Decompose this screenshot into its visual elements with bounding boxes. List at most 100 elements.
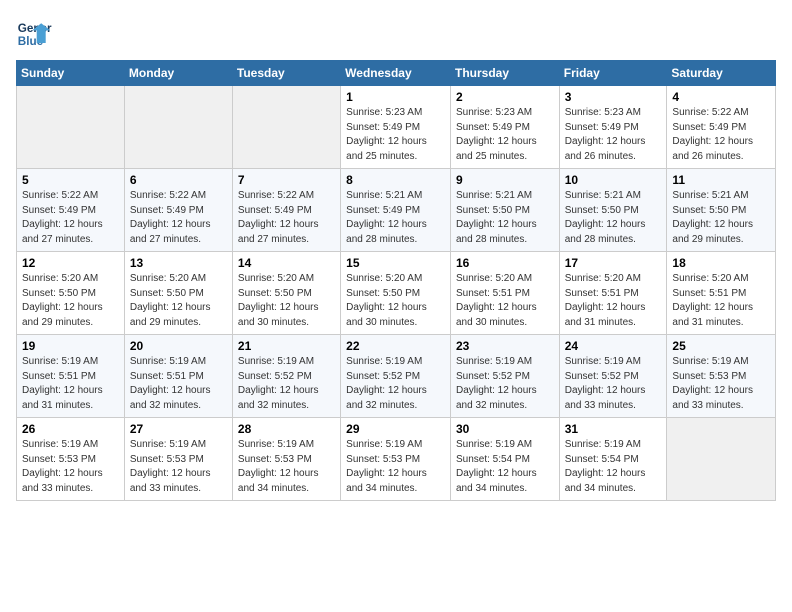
day-header-friday: Friday (559, 61, 667, 86)
day-info: Sunrise: 5:20 AM Sunset: 5:50 PM Dayligh… (238, 272, 335, 330)
day-number: 30 (456, 422, 554, 436)
day-info: Sunrise: 5:21 AM Sunset: 5:50 PM Dayligh… (565, 189, 662, 247)
calendar-cell: 13Sunrise: 5:20 AM Sunset: 5:50 PM Dayli… (124, 252, 232, 335)
day-number: 13 (130, 256, 227, 270)
day-info: Sunrise: 5:19 AM Sunset: 5:51 PM Dayligh… (130, 355, 227, 413)
day-info: Sunrise: 5:20 AM Sunset: 5:51 PM Dayligh… (456, 272, 554, 330)
day-number: 6 (130, 173, 227, 187)
day-info: Sunrise: 5:19 AM Sunset: 5:52 PM Dayligh… (456, 355, 554, 413)
calendar-cell: 8 Sunrise: 5:21 AM Sunset: 5:49 PM Daylig… (341, 169, 451, 252)
day-number: 28 (238, 422, 335, 436)
day-info: Sunrise: 5:19 AM Sunset: 5:52 PM Dayligh… (346, 355, 445, 413)
day-info: Sunrise: 5:22 AM Sunset: 5:49 PM Dayligh… (238, 189, 335, 247)
calendar-cell: 26Sunrise: 5:19 AM Sunset: 5:53 PM Dayli… (17, 418, 125, 501)
calendar-cell: 18 Sunrise: 5:20 AM Sunset: 5:51 PM Dayli… (667, 252, 776, 335)
day-info: Sunrise: 5:19 AM Sunset: 5:53 PM Dayligh… (672, 355, 770, 413)
day-number: 4 (672, 90, 770, 104)
calendar-cell: 31 Sunrise: 5:19 AM Sunset: 5:54 PM Dayli… (559, 418, 667, 501)
calendar-cell: 17Sunrise: 5:20 AM Sunset: 5:51 PM Dayli… (559, 252, 667, 335)
days-header-row: SundayMondayTuesdayWednesdayThursdayFrid… (17, 61, 776, 86)
day-number: 8 (346, 173, 445, 187)
day-number: 21 (238, 339, 335, 353)
day-info: Sunrise: 5:20 AM Sunset: 5:51 PM Dayligh… (672, 272, 770, 330)
calendar-cell: 1Sunrise: 5:23 AM Sunset: 5:49 PM Daylig… (341, 86, 451, 169)
day-header-sunday: Sunday (17, 61, 125, 86)
logo: General Blue (16, 16, 56, 52)
day-number: 20 (130, 339, 227, 353)
calendar-cell: 3 Sunrise: 5:23 AM Sunset: 5:49 PM Daylig… (559, 86, 667, 169)
day-number: 23 (456, 339, 554, 353)
calendar-cell (667, 418, 776, 501)
day-number: 18 (672, 256, 770, 270)
day-info: Sunrise: 5:19 AM Sunset: 5:54 PM Dayligh… (456, 438, 554, 496)
calendar-cell: 15Sunrise: 5:20 AM Sunset: 5:50 PM Dayli… (341, 252, 451, 335)
day-info: Sunrise: 5:23 AM Sunset: 5:49 PM Dayligh… (346, 106, 445, 164)
day-number: 31 (565, 422, 662, 436)
day-info: Sunrise: 5:19 AM Sunset: 5:54 PM Dayligh… (565, 438, 662, 496)
calendar-cell (232, 86, 340, 169)
calendar-cell: 4 Sunrise: 5:22 AM Sunset: 5:49 PM Daylig… (667, 86, 776, 169)
day-number: 3 (565, 90, 662, 104)
day-number: 27 (130, 422, 227, 436)
calendar-cell: 20 Sunrise: 5:19 AM Sunset: 5:51 PM Dayli… (124, 335, 232, 418)
day-header-tuesday: Tuesday (232, 61, 340, 86)
calendar-cell: 25 Sunrise: 5:19 AM Sunset: 5:53 PM Dayli… (667, 335, 776, 418)
day-number: 7 (238, 173, 335, 187)
calendar-cell (17, 86, 125, 169)
day-info: Sunrise: 5:19 AM Sunset: 5:52 PM Dayligh… (238, 355, 335, 413)
day-number: 11 (672, 173, 770, 187)
calendar-cell: 24 Sunrise: 5:19 AM Sunset: 5:52 PM Dayli… (559, 335, 667, 418)
week-row-5: 26 Sunrise: 5:19 AM Sunset: 5:53 PM Dayli… (17, 418, 776, 501)
day-info: Sunrise: 5:22 AM Sunset: 5:49 PM Dayligh… (130, 189, 227, 247)
day-number: 25 (672, 339, 770, 353)
day-info: Sunrise: 5:20 AM Sunset: 5:50 PM Dayligh… (22, 272, 119, 330)
calendar-cell: 7 Sunrise: 5:22 AM Sunset: 5:49 PM Daylig… (232, 169, 340, 252)
calendar-cell (124, 86, 232, 169)
calendar-cell: 12 Sunrise: 5:20 AM Sunset: 5:50 PM Dayli… (17, 252, 125, 335)
day-info: Sunrise: 5:19 AM Sunset: 5:53 PM Dayligh… (346, 438, 445, 496)
day-number: 26 (22, 422, 119, 436)
day-number: 19 (22, 339, 119, 353)
calendar-cell: 5 Sunrise: 5:22 AM Sunset: 5:49 PM Daylig… (17, 169, 125, 252)
day-number: 22 (346, 339, 445, 353)
calendar-cell: 2Sunrise: 5:23 AM Sunset: 5:49 PM Daylig… (450, 86, 559, 169)
day-info: Sunrise: 5:21 AM Sunset: 5:50 PM Dayligh… (456, 189, 554, 247)
week-row-3: 12 Sunrise: 5:20 AM Sunset: 5:50 PM Dayli… (17, 252, 776, 335)
day-info: Sunrise: 5:19 AM Sunset: 5:53 PM Dayligh… (238, 438, 335, 496)
day-header-thursday: Thursday (450, 61, 559, 86)
calendar-cell: 10Sunrise: 5:21 AM Sunset: 5:50 PM Dayli… (559, 169, 667, 252)
day-number: 14 (238, 256, 335, 270)
day-header-saturday: Saturday (667, 61, 776, 86)
day-info: Sunrise: 5:22 AM Sunset: 5:49 PM Dayligh… (22, 189, 119, 247)
day-number: 24 (565, 339, 662, 353)
day-info: Sunrise: 5:19 AM Sunset: 5:52 PM Dayligh… (565, 355, 662, 413)
week-row-1: 1Sunrise: 5:23 AM Sunset: 5:49 PM Daylig… (17, 86, 776, 169)
day-header-wednesday: Wednesday (341, 61, 451, 86)
calendar-cell: 14 Sunrise: 5:20 AM Sunset: 5:50 PM Dayli… (232, 252, 340, 335)
week-row-2: 5 Sunrise: 5:22 AM Sunset: 5:49 PM Daylig… (17, 169, 776, 252)
calendar-cell: 9 Sunrise: 5:21 AM Sunset: 5:50 PM Daylig… (450, 169, 559, 252)
calendar-cell: 16 Sunrise: 5:20 AM Sunset: 5:51 PM Dayli… (450, 252, 559, 335)
day-info: Sunrise: 5:21 AM Sunset: 5:49 PM Dayligh… (346, 189, 445, 247)
day-info: Sunrise: 5:23 AM Sunset: 5:49 PM Dayligh… (565, 106, 662, 164)
day-info: Sunrise: 5:19 AM Sunset: 5:53 PM Dayligh… (130, 438, 227, 496)
logo-icon: General Blue (16, 16, 52, 52)
page-header: General Blue (16, 16, 776, 52)
day-number: 5 (22, 173, 119, 187)
day-header-monday: Monday (124, 61, 232, 86)
day-info: Sunrise: 5:19 AM Sunset: 5:51 PM Dayligh… (22, 355, 119, 413)
day-number: 17 (565, 256, 662, 270)
calendar-cell: 6 Sunrise: 5:22 AM Sunset: 5:49 PM Daylig… (124, 169, 232, 252)
calendar-cell: 30 Sunrise: 5:19 AM Sunset: 5:54 PM Dayli… (450, 418, 559, 501)
calendar-table: SundayMondayTuesdayWednesdayThursdayFrid… (16, 60, 776, 501)
day-number: 9 (456, 173, 554, 187)
day-number: 16 (456, 256, 554, 270)
day-info: Sunrise: 5:20 AM Sunset: 5:50 PM Dayligh… (346, 272, 445, 330)
calendar-cell: 22 Sunrise: 5:19 AM Sunset: 5:52 PM Dayli… (341, 335, 451, 418)
calendar-cell: 29Sunrise: 5:19 AM Sunset: 5:53 PM Dayli… (341, 418, 451, 501)
calendar-cell: 11Sunrise: 5:21 AM Sunset: 5:50 PM Dayli… (667, 169, 776, 252)
calendar-cell: 21 Sunrise: 5:19 AM Sunset: 5:52 PM Dayli… (232, 335, 340, 418)
week-row-4: 19 Sunrise: 5:19 AM Sunset: 5:51 PM Dayli… (17, 335, 776, 418)
day-info: Sunrise: 5:22 AM Sunset: 5:49 PM Dayligh… (672, 106, 770, 164)
day-number: 12 (22, 256, 119, 270)
